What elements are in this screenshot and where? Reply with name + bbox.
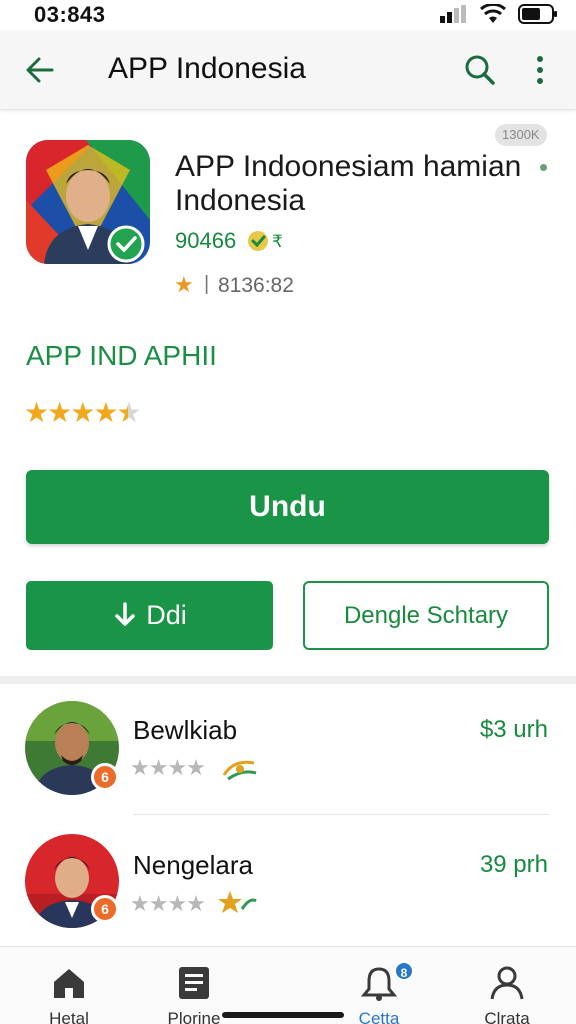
star-icon: ★ xyxy=(47,397,72,428)
app-icon[interactable] xyxy=(26,140,150,264)
nav-label: Clrata xyxy=(484,1009,530,1024)
profile-icon xyxy=(490,966,524,1000)
developer-tail: ₹ xyxy=(272,232,283,251)
notification-icon xyxy=(361,967,397,1001)
arrow-left-icon xyxy=(26,57,54,83)
meta-separator: | xyxy=(204,273,210,295)
avatar-badge: 6 xyxy=(91,895,119,923)
developer-name[interactable]: 90466 xyxy=(175,228,236,254)
list-item[interactable]: 6 Bewlkiab ★★★★ $3 urh xyxy=(0,696,576,806)
back-button[interactable] xyxy=(22,52,58,88)
star-icon: ★ xyxy=(70,397,95,428)
document-icon xyxy=(179,967,209,999)
half-star-icon: ★ xyxy=(116,397,141,428)
status-bar: 03:843 xyxy=(0,0,576,30)
wifi-icon xyxy=(480,4,506,23)
row-divider xyxy=(133,814,549,815)
download-icon xyxy=(115,601,135,626)
section-title: APP IND APHII xyxy=(26,340,217,371)
install-button[interactable]: Undu xyxy=(26,470,549,544)
home-icon xyxy=(54,969,84,998)
app-dot xyxy=(540,164,547,171)
secondary-button[interactable]: Dengle Schtary xyxy=(303,581,549,650)
app-name: APP Indoonesiam hamian Indonesia xyxy=(175,150,522,217)
star-icon: ★ xyxy=(174,272,194,297)
more-options-button[interactable] xyxy=(528,52,552,88)
app-logo-portrait-icon xyxy=(26,140,150,264)
search-icon xyxy=(465,55,495,85)
more-vertical-icon xyxy=(537,56,543,84)
nav-item-home[interactable]: Hetal xyxy=(14,947,124,1024)
notification-badge: 8 xyxy=(394,961,414,981)
laurel-icon xyxy=(222,760,257,781)
meta-value: 8136:82 xyxy=(218,274,294,297)
rating-stars: ★★★★★ xyxy=(24,396,142,429)
nav-label: Hetal xyxy=(49,1009,89,1024)
download-label: Ddi xyxy=(146,600,187,630)
reviewer-price: $3 urh xyxy=(479,716,548,743)
avatar-badge: 6 xyxy=(91,763,119,791)
star-icon: ★ xyxy=(93,397,118,428)
status-icons xyxy=(440,4,558,24)
section-divider xyxy=(0,676,576,684)
reviewer-price: 39 prh xyxy=(479,851,548,878)
reviewer-name: Nengelara xyxy=(133,850,253,880)
signal-icon xyxy=(440,5,466,23)
status-time: 03:843 xyxy=(34,2,106,27)
nav-item-profile[interactable]: Clrata xyxy=(452,947,562,1024)
app-bar: APP Indonesia xyxy=(0,30,576,110)
star-icon: ★ xyxy=(24,397,49,428)
badge-star-icon xyxy=(218,891,257,913)
download-button[interactable]: Ddi xyxy=(26,581,273,650)
page-title: APP Indonesia xyxy=(108,52,306,85)
home-indicator[interactable] xyxy=(222,1012,344,1018)
reviewer-name: Bewlkiab xyxy=(133,715,238,745)
size-badge: 1300K xyxy=(495,124,547,146)
reviewer-stars: ★★★★ xyxy=(130,755,206,780)
battery-icon xyxy=(518,4,557,24)
reviewer-stars: ★★★★ xyxy=(130,891,206,916)
search-button[interactable] xyxy=(462,52,498,88)
verified-icon xyxy=(248,231,268,251)
list-item[interactable]: 6 Nengelara ★★★★ 39 prh xyxy=(0,830,576,940)
